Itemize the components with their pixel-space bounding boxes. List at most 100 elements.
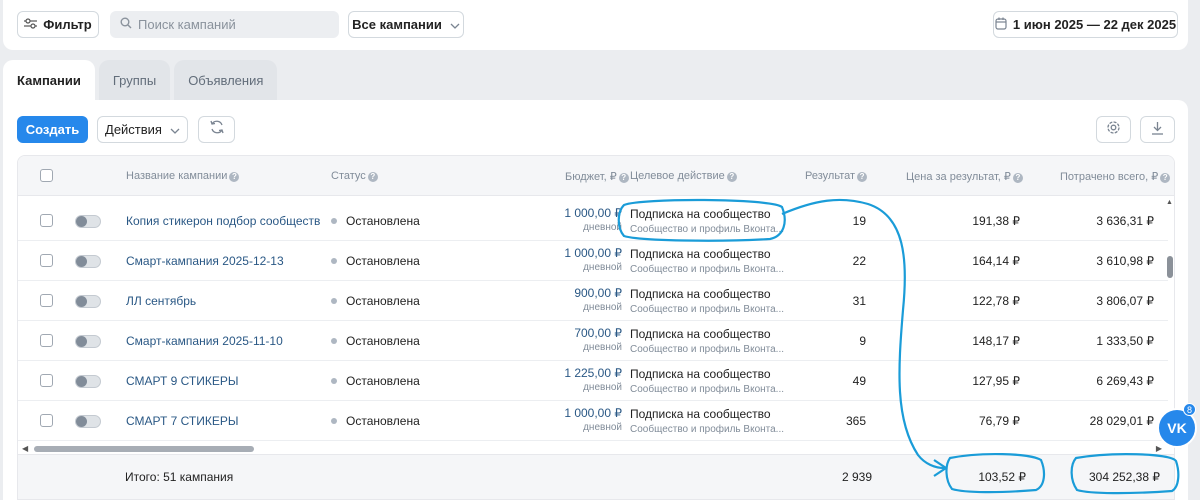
help-icon[interactable]: ?: [618, 173, 629, 183]
budget-period: дневной: [583, 302, 622, 313]
campaign-budget[interactable]: 1 000,00 ₽ дневной: [564, 206, 622, 233]
budget-amount[interactable]: 1 000,00 ₽: [564, 206, 622, 220]
column-header-status[interactable]: Статус?: [331, 170, 378, 182]
campaigns-select[interactable]: Все кампании: [348, 11, 464, 38]
status-text: Остановлена: [346, 294, 420, 308]
spent-value: 6 269,43 ₽: [1096, 374, 1154, 388]
target-action-subtitle: Сообщество и профиль Вконта...: [630, 384, 785, 395]
campaign-toggle[interactable]: [75, 375, 101, 388]
scroll-right-arrow-icon[interactable]: ▶: [1156, 444, 1162, 453]
column-header-result[interactable]: Результат?: [805, 170, 868, 182]
vertical-scrollbar[interactable]: ▲: [1166, 196, 1174, 444]
horizontal-scroll-thumb[interactable]: [34, 446, 254, 452]
tab-campaigns[interactable]: Кампании: [3, 60, 95, 100]
column-header-target[interactable]: Целевое действие?: [630, 170, 737, 182]
table-row[interactable]: Смарт-кампания 2025-11-10 Остановлена 70…: [18, 321, 1168, 361]
download-button[interactable]: [1140, 116, 1175, 143]
campaign-toggle[interactable]: [75, 215, 101, 228]
row-checkbox[interactable]: [40, 294, 53, 307]
campaign-name-link[interactable]: Копия стикерон подбор сообществ: [126, 214, 320, 228]
campaign-budget[interactable]: 900,00 ₽ дневной: [574, 286, 622, 313]
tab-groups[interactable]: Группы: [98, 60, 171, 100]
campaign-toggle[interactable]: [75, 295, 101, 308]
search-box[interactable]: [110, 11, 339, 38]
budget-period: дневной: [583, 342, 622, 353]
table-row[interactable]: ЛЛ сентябрь Остановлена 900,00 ₽ дневной …: [18, 281, 1168, 321]
budget-amount[interactable]: 1 000,00 ₽: [564, 246, 622, 260]
table-row[interactable]: СМАРТ 9 СТИКЕРЫ Остановлена 1 225,00 ₽ дн…: [18, 361, 1168, 401]
totals-price: 103,52 ₽: [978, 470, 1026, 484]
row-checkbox[interactable]: [40, 414, 53, 427]
vertical-scroll-thumb[interactable]: [1167, 256, 1173, 278]
help-icon[interactable]: ?: [367, 172, 378, 182]
date-range-picker[interactable]: 1 июн 2025 — 22 дек 2025: [993, 11, 1178, 38]
campaign-budget[interactable]: 1 000,00 ₽ дневной: [564, 246, 622, 273]
row-checkbox[interactable]: [40, 374, 53, 387]
budget-amount[interactable]: 1 225,00 ₽: [564, 366, 622, 380]
campaign-toggle[interactable]: [75, 255, 101, 268]
status-dot: [331, 378, 337, 384]
campaign-name-link[interactable]: СМАРТ 7 СТИКЕРЫ: [126, 414, 239, 428]
status-dot: [331, 258, 337, 264]
budget-amount[interactable]: 1 000,00 ₽: [564, 406, 622, 420]
campaign-budget[interactable]: 700,00 ₽ дневной: [574, 326, 622, 353]
chevron-down-icon: [170, 122, 180, 137]
campaign-name-link[interactable]: Смарт-кампания 2025-12-13: [126, 254, 284, 268]
budget-period: дневной: [583, 422, 622, 433]
row-checkbox[interactable]: [40, 254, 53, 267]
campaign-budget[interactable]: 1 000,00 ₽ дневной: [564, 406, 622, 433]
create-button[interactable]: Создать: [17, 116, 88, 143]
target-action-title: Подписка на сообщество: [630, 407, 771, 421]
campaign-name-link[interactable]: СМАРТ 9 СТИКЕРЫ: [126, 374, 239, 388]
help-icon[interactable]: ?: [229, 172, 240, 182]
filter-button[interactable]: Фильтр: [17, 11, 99, 38]
campaign-toggle[interactable]: [75, 335, 101, 348]
actions-dropdown[interactable]: Действия: [97, 116, 188, 143]
campaign-name-link[interactable]: Смарт-кампания 2025-11-10: [126, 334, 283, 348]
gear-icon: [1106, 120, 1121, 139]
date-range-label: 1 июн 2025 — 22 дек 2025: [1012, 17, 1177, 32]
campaign-budget[interactable]: 1 225,00 ₽ дневной: [564, 366, 622, 393]
column-target-label: Целевое действие: [630, 170, 725, 182]
totals-label: Итого: 51 кампания: [125, 470, 234, 484]
status-text: Остановлена: [346, 254, 420, 268]
row-checkbox[interactable]: [40, 334, 53, 347]
campaign-name-link[interactable]: ЛЛ сентябрь: [126, 294, 196, 308]
help-icon[interactable]: ?: [1012, 173, 1023, 183]
budget-amount[interactable]: 900,00 ₽: [574, 286, 622, 300]
status-text: Остановлена: [346, 214, 420, 228]
target-action-title: Подписка на сообщество: [630, 367, 771, 381]
budget-amount[interactable]: 700,00 ₽: [574, 326, 622, 340]
tab-ads[interactable]: Объявления: [174, 60, 278, 100]
column-header-budget[interactable]: Бюджет, ₽?: [565, 170, 629, 183]
budget-period: дневной: [583, 262, 622, 273]
vk-logo-icon: VK: [1167, 420, 1187, 436]
target-action-title: Подписка на сообщество: [630, 247, 771, 261]
column-header-spent[interactable]: Потрачено всего, ₽?: [1060, 170, 1171, 183]
target-action: Подписка на сообщество Сообщество и профи…: [630, 287, 784, 315]
scroll-up-arrow-icon[interactable]: ▲: [1166, 199, 1173, 206]
refresh-icon: [209, 119, 225, 140]
row-checkbox[interactable]: [40, 214, 53, 227]
budget-period: дневной: [583, 222, 622, 233]
table-row[interactable]: СМАРТ 7 СТИКЕРЫ Остановлена 1 000,00 ₽ дн…: [18, 401, 1168, 441]
refresh-button[interactable]: [198, 116, 235, 143]
column-header-price[interactable]: Цена за результат, ₽?: [906, 170, 1023, 183]
help-icon[interactable]: ?: [726, 172, 737, 182]
campaign-status: Остановлена: [331, 334, 420, 348]
scroll-left-arrow-icon[interactable]: ◀: [22, 444, 28, 453]
result-value: 49: [852, 374, 866, 388]
campaign-status: Остановлена: [331, 414, 420, 428]
help-icon[interactable]: ?: [1160, 173, 1171, 183]
settings-button[interactable]: [1096, 116, 1131, 143]
help-icon[interactable]: ?: [857, 172, 868, 182]
campaign-toggle[interactable]: [75, 415, 101, 428]
search-input[interactable]: [138, 17, 328, 32]
table-row[interactable]: Смарт-кампания 2025-12-13 Остановлена 1 …: [18, 241, 1168, 281]
column-header-name[interactable]: Название кампании?: [126, 170, 240, 182]
column-price-label: Цена за результат, ₽: [906, 171, 1011, 183]
campaigns-panel: Создать Действия Название кампании? Стат…: [3, 100, 1188, 500]
select-all-checkbox[interactable]: [40, 169, 53, 182]
horizontal-scrollbar[interactable]: ◀ ▶: [18, 444, 1168, 454]
table-row[interactable]: Копия стикерон подбор сообществ Остановл…: [18, 201, 1168, 241]
